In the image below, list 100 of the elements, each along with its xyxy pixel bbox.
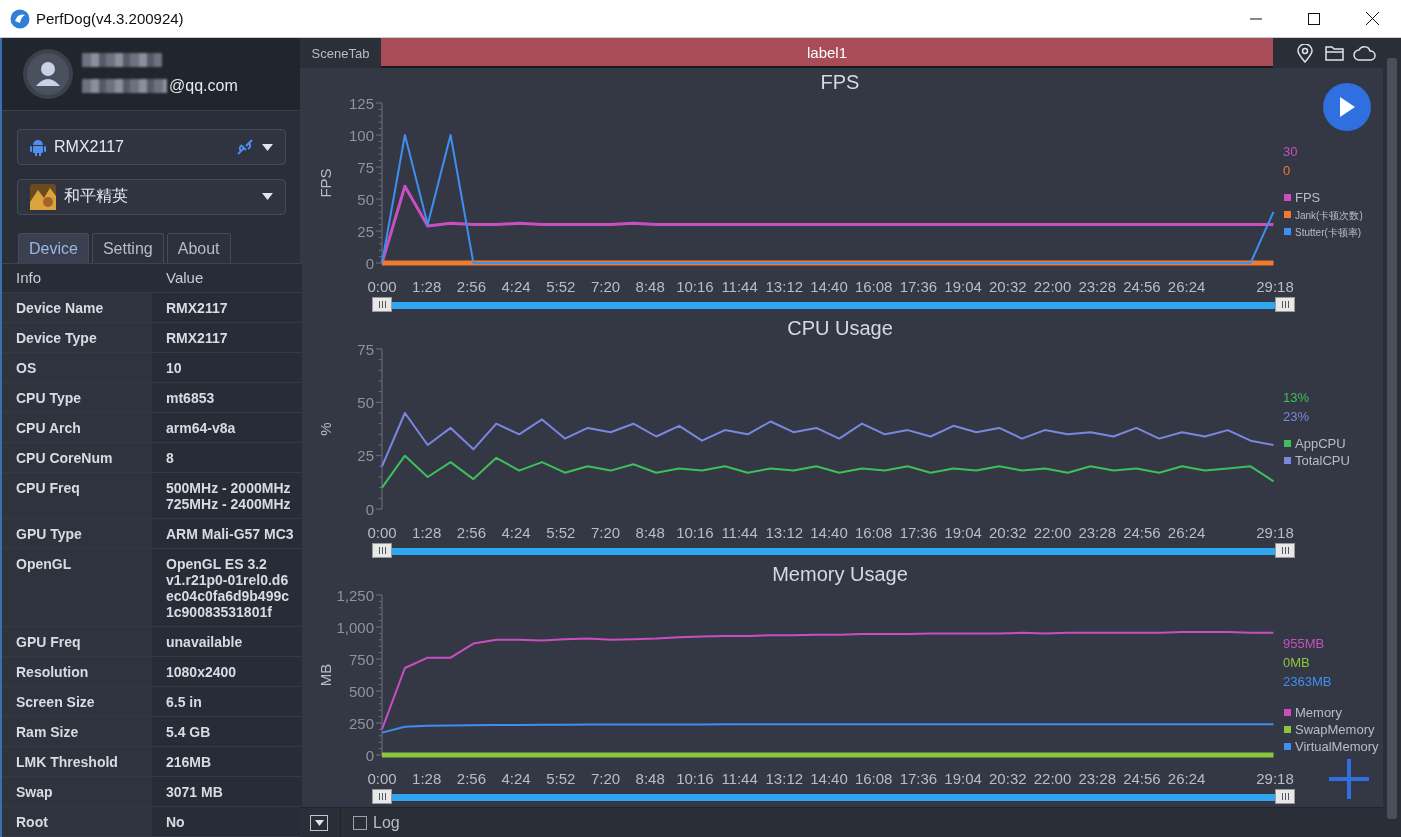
tick-label: 14:40 [810,278,848,295]
column-header: Value [152,264,302,293]
tick-label: 750 [348,650,374,668]
table-cell: RMX2117 [152,293,302,323]
tick-label: 2:56 [456,524,486,541]
table-cell: CPU Type [2,383,152,413]
table-cell: 8 [152,443,302,473]
tick-label: 500 [348,682,374,700]
tick-label: 23:28 [1078,278,1116,295]
legend-label: TotalCPU [1295,453,1350,468]
tick-label: 8:48 [635,278,665,295]
tick-label: 29:18 [1256,524,1294,541]
tick-label: 16:08 [854,524,893,541]
tick-label: 10:16 [676,524,714,541]
table-cell: RMX2117 [152,323,302,353]
tick-label: 26:24 [1167,770,1206,787]
tick-label: 14:40 [810,770,848,787]
current-reading: 13% [1283,390,1310,405]
tick-label: 25 [357,447,374,465]
tick-label: 22:00 [1033,524,1072,541]
current-reading: 0MB [1283,655,1310,670]
tick-label: 7:20 [590,770,621,787]
tick-label: 50 [357,190,374,208]
table-cell: OpenGL ES 3.2 v1.r21p0-01rel0.d6 ec04c0fa6d9b499c 1c90083531801f [152,549,302,627]
table-cell: GPU Type [2,519,152,549]
table-cell: mt6853 [152,383,302,413]
tick-label: 23:28 [1078,770,1116,787]
tick-label: 13:12 [765,524,804,541]
tick-label: 19:04 [944,524,982,541]
log-label: Log [373,813,400,832]
axis-label: % [317,422,334,436]
tick-label: 75 [357,158,374,176]
table-cell: Device Name [2,293,152,323]
tick-label: 1,000 [336,618,374,636]
table-cell: 10 [152,353,302,383]
chart-title: CPU Usage [787,317,893,339]
tick-label: 5:52 [546,770,576,787]
tick-label: 11:44 [721,770,758,787]
current-reading: 23% [1283,409,1310,424]
tick-label: 1:28 [412,770,442,787]
current-reading: 30 [1283,144,1298,159]
tick-label: 19:04 [944,278,982,295]
tick-label: 5:52 [546,524,576,541]
tick-label: 20:32 [989,770,1027,787]
tick-label: 22:00 [1033,770,1072,787]
tick-label: 24:56 [1123,524,1161,541]
tick-label: 125 [348,94,374,112]
tick-label: 100 [348,126,374,144]
tick-label: 29:18 [1256,770,1294,787]
tick-label: 11:44 [721,524,758,541]
legend-label: Memory [1295,705,1342,720]
tick-label: 4:24 [501,524,531,541]
table-cell: Device Type [2,323,152,353]
tick-label: 1,250 [336,586,374,604]
tick-label: 2:56 [456,278,486,295]
table-cell: 3071 MB [152,777,302,807]
legend-label: Stutter(卡顿率) [1295,227,1362,238]
table-cell: arm64-v8a [152,413,302,443]
table-cell: CPU CoreNum [2,443,152,473]
tick-label: 29:18 [1256,278,1294,295]
tick-label: 75 [357,340,374,358]
table-cell: OS [2,353,152,383]
table-cell: 6.5 in [152,687,302,717]
tick-label: 17:36 [899,278,938,295]
device-name: RMX2117 [54,138,125,157]
tick-label: 2:56 [456,770,486,787]
axis-label: FPS [317,168,334,198]
tick-label: 0 [365,746,374,764]
app-name: 和平精英 [64,186,129,207]
account-email: @qq.com [169,77,238,95]
tick-label: 8:48 [635,524,665,541]
tick-label: 17:36 [899,524,938,541]
tick-label: 0:00 [367,524,397,541]
tick-label: 26:24 [1167,278,1206,295]
tick-label: 1:28 [412,524,442,541]
tick-label: 10:16 [676,278,714,295]
window-title: PerfDog(v4.3.200924) [36,10,185,27]
table-cell: OpenGL [2,549,152,627]
tick-label: 0:00 [367,770,397,787]
table-cell: LMK Threshold [2,747,152,777]
axis-label: MB [317,663,334,687]
current-reading: 2363MB [1283,674,1332,689]
tick-label: 23:28 [1078,524,1116,541]
tick-label: 13:12 [765,770,804,787]
current-reading: 955MB [1283,636,1325,651]
tick-label: 50 [357,393,374,411]
chart-title: Memory Usage [772,563,908,585]
table-cell: ARM Mali-G57 MC3 [152,519,302,549]
table-cell: 5.4 GB [152,717,302,747]
table-cell: Resolution [2,657,152,687]
tick-label: 20:32 [989,524,1027,541]
table-cell: CPU Arch [2,413,152,443]
legend-label: Jank(卡顿次数) [1295,210,1363,221]
table-cell: Swap [2,777,152,807]
tick-label: 24:56 [1123,278,1161,295]
tick-label: 26:24 [1167,524,1206,541]
chart-title: FPS [820,71,860,93]
tick-label: 17:36 [899,770,938,787]
tick-label: 25 [357,222,374,240]
tick-label: 5:52 [546,278,576,295]
